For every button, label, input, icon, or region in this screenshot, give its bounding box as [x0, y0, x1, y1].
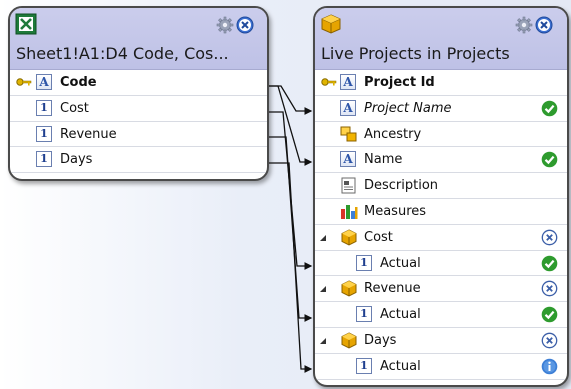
field-label: Name — [364, 152, 403, 168]
field-label: Project Id — [364, 75, 435, 90]
target-panel-title: Live Projects in Projects — [321, 44, 510, 63]
hierarchy-icon — [340, 126, 357, 142]
source-field-cost[interactable]: 1 Cost — [10, 96, 267, 122]
gear-icon[interactable] — [216, 16, 234, 34]
source-field-revenue[interactable]: 1 Revenue — [10, 122, 267, 148]
field-label: Cost — [364, 229, 393, 245]
field-label: Days — [364, 332, 397, 348]
number-field-icon: 1 — [356, 306, 372, 323]
source-panel-header[interactable]: Sheet1!A1:D4 Code, Cos... — [10, 8, 267, 70]
text-field-icon: A — [36, 74, 52, 90]
cube-icon — [341, 332, 357, 349]
field-label: Days — [60, 152, 93, 168]
target-panel[interactable]: Live Projects in Projects A Project Id A… — [313, 6, 569, 387]
connector-days-to-days-actual — [269, 162, 313, 373]
number-field-icon: 1 — [36, 125, 52, 142]
excel-icon — [15, 13, 37, 35]
target-panel-header[interactable]: Live Projects in Projects — [315, 8, 567, 70]
description-icon — [341, 177, 356, 194]
target-field-days-actual[interactable]: 1 Actual — [315, 354, 567, 380]
target-group-days[interactable]: Days — [315, 328, 567, 354]
gear-icon[interactable] — [515, 16, 533, 34]
cube-icon — [341, 229, 357, 246]
remove-icon[interactable] — [541, 280, 558, 297]
field-label: Actual — [380, 307, 421, 323]
text-field-icon: A — [340, 99, 356, 116]
connector-code-to-project-name — [269, 85, 313, 115]
field-label: Revenue — [364, 281, 421, 297]
target-group-revenue[interactable]: Revenue — [315, 276, 567, 303]
remove-icon[interactable] — [541, 332, 558, 349]
collapse-triangle-icon[interactable] — [319, 337, 327, 345]
info-icon — [541, 358, 558, 375]
source-panel[interactable]: Sheet1!A1:D4 Code, Cos... A Code 1 Cost … — [8, 6, 269, 181]
field-label: Revenue — [60, 126, 117, 142]
field-label: Description — [364, 178, 439, 194]
target-field-cost-actual[interactable]: 1 Actual — [315, 251, 567, 277]
target-field-project-id[interactable]: A Project Id — [315, 70, 567, 96]
source-panel-title: Sheet1!A1:D4 Code, Cos... — [16, 44, 229, 63]
ok-check-icon — [541, 306, 558, 323]
collapse-triangle-icon[interactable] — [319, 234, 327, 242]
number-field-icon: 1 — [36, 99, 52, 116]
field-label: Ancestry — [364, 126, 422, 142]
collapse-triangle-icon[interactable] — [319, 285, 327, 293]
target-field-ancestry[interactable]: Ancestry — [315, 122, 567, 148]
target-field-revenue-actual[interactable]: 1 Actual — [315, 302, 567, 328]
field-label: Measures — [364, 203, 427, 219]
text-field-icon: A — [340, 74, 356, 90]
target-field-measures[interactable]: Measures — [315, 199, 567, 225]
field-label: Code — [60, 75, 97, 90]
field-label: Cost — [60, 100, 89, 116]
cube-icon — [321, 14, 341, 34]
target-field-project-name[interactable]: A Project Name — [315, 96, 567, 122]
ok-check-icon — [541, 152, 558, 168]
number-field-icon: 1 — [356, 357, 372, 374]
ok-check-icon — [541, 255, 558, 271]
target-field-name[interactable]: A Name — [315, 147, 567, 174]
number-field-icon: 1 — [356, 254, 372, 271]
target-group-cost[interactable]: Cost — [315, 225, 567, 251]
measures-icon — [341, 204, 358, 219]
ok-check-icon — [541, 100, 558, 117]
close-icon[interactable] — [535, 16, 553, 34]
close-icon[interactable] — [236, 16, 254, 34]
target-field-description[interactable]: Description — [315, 173, 567, 199]
field-label: Project Name — [364, 100, 452, 116]
source-field-days[interactable]: 1 Days — [10, 147, 267, 174]
text-field-icon: A — [340, 151, 356, 168]
connector-revenue-to-revenue-actual — [269, 136, 313, 322]
field-label: Actual — [380, 358, 421, 374]
connector-cost-to-cost-actual — [269, 111, 313, 270]
number-field-icon: 1 — [36, 151, 52, 168]
key-icon — [16, 78, 32, 86]
cube-icon — [341, 280, 357, 297]
field-label: Actual — [380, 255, 421, 271]
source-field-code[interactable]: A Code — [10, 70, 267, 96]
connector-code-to-name — [269, 85, 313, 166]
remove-icon[interactable] — [541, 229, 558, 246]
key-icon — [321, 78, 337, 86]
